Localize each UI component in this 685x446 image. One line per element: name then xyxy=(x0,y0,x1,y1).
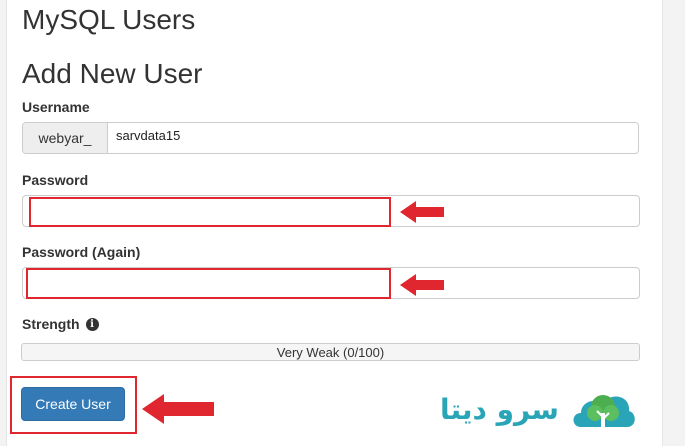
red-left-arrow-icon xyxy=(142,394,214,424)
left-rail xyxy=(0,0,7,446)
strength-label: Strength i xyxy=(22,316,99,332)
brand-logo-text: سرو دیتا xyxy=(440,392,559,426)
tree-cloud-icon xyxy=(573,395,635,427)
page-title: MySQL Users xyxy=(22,4,196,35)
create-user-button[interactable]: Create User xyxy=(21,387,125,421)
password-input[interactable] xyxy=(22,195,640,227)
strength-label-text: Strength xyxy=(22,316,80,332)
page: MySQL Users Add New User Username webyar… xyxy=(0,0,685,446)
info-icon[interactable]: i xyxy=(85,317,99,331)
username-label-text: Username xyxy=(22,99,90,115)
username-input[interactable] xyxy=(108,123,638,153)
username-label: Username xyxy=(22,99,90,115)
section-title: Add New User xyxy=(22,58,203,89)
strength-meter-text: Very Weak (0/100) xyxy=(276,344,385,360)
password-label-text: Password xyxy=(22,172,89,188)
username-input-group: webyar_ xyxy=(22,122,639,154)
password-again-label-text: Password (Again) xyxy=(22,244,141,260)
right-rail xyxy=(662,0,685,446)
password-label: Password xyxy=(22,172,88,188)
brand-logo: سرو دیتا xyxy=(440,385,637,433)
password-again-label: Password (Again) xyxy=(22,244,140,260)
password-again-input[interactable] xyxy=(22,267,640,299)
strength-meter: Very Weak (0/100) xyxy=(21,343,640,361)
username-prefix: webyar_ xyxy=(23,123,108,153)
